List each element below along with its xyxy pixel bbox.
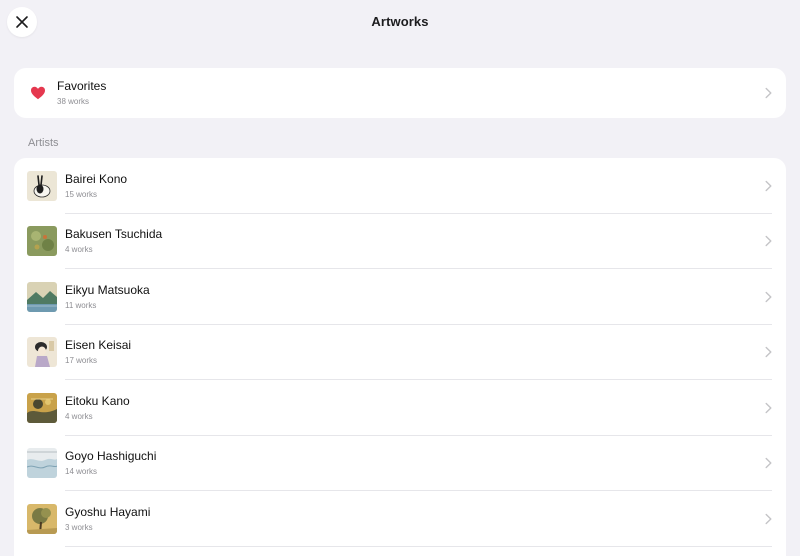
gold-screen-painting-thumbnail	[27, 392, 57, 423]
artist-name: Bakusen Tsuchida	[65, 227, 163, 242]
artist-text: Eisen Keisai 17 works	[65, 338, 131, 366]
chevron-right-icon	[765, 291, 772, 302]
artist-work-count: 4 works	[65, 411, 93, 421]
artist-name: Goyo Hashiguchi	[65, 449, 157, 464]
artist-row-bairei-kono[interactable]: Bairei Kono 15 works	[14, 158, 786, 214]
heart-icon	[30, 85, 46, 101]
artists-list: Bairei Kono 15 works Bakusen Tsuchida 4 …	[14, 158, 786, 556]
favorites-card: Favorites 38 works	[14, 68, 786, 118]
row-divider	[65, 545, 772, 547]
artist-name: Bairei Kono	[65, 171, 128, 186]
artist-work-count: 3 works	[65, 522, 93, 532]
artworks-screen: Artworks Favorites 38 works Artists Bair…	[0, 0, 800, 556]
chevron-right-icon	[765, 458, 772, 469]
chevron-right-icon	[765, 180, 772, 191]
artist-text: Goyo Hashiguchi 14 works	[65, 449, 156, 477]
chevron-right-icon	[765, 513, 772, 524]
chevron-right-icon	[765, 402, 772, 413]
artist-name: Eitoku Kano	[65, 393, 130, 408]
artist-name: Gyoshu Hayami	[65, 504, 151, 519]
artist-work-count: 14 works	[65, 467, 98, 477]
chevron-right-icon	[765, 87, 772, 99]
artist-work-count: 15 works	[65, 189, 98, 199]
favorites-text: Favorites 38 works	[57, 79, 106, 107]
artist-row-goyo-hashiguchi[interactable]: Goyo Hashiguchi 14 works	[14, 436, 786, 491]
favorites-count: 38 works	[57, 97, 90, 106]
artist-row-eikyu-matsuoka[interactable]: Eikyu Matsuoka 11 works	[14, 269, 786, 325]
artist-text: Eikyu Matsuoka 11 works	[65, 283, 150, 311]
artist-name: Eisen Keisai	[65, 338, 132, 353]
tree-painting-thumbnail	[27, 503, 57, 534]
artist-row-eisen-keisai[interactable]: Eisen Keisai 17 works	[14, 325, 786, 380]
artists-section-header: Artists	[28, 137, 59, 149]
rabbit-painting-thumbnail	[27, 170, 57, 201]
chevron-right-icon	[765, 347, 772, 358]
artist-name: Eikyu Matsuoka	[65, 282, 150, 297]
artist-work-count: 11 works	[65, 300, 97, 310]
page-title: Artworks	[371, 14, 429, 29]
artist-work-count: 17 works	[65, 356, 98, 366]
artist-text: Bakusen Tsuchida 4 works	[65, 227, 162, 255]
artist-text: Gyoshu Hayami 3 works	[65, 505, 150, 533]
artist-work-count: 4 works	[65, 245, 93, 255]
artist-row-gyoshu-hayami[interactable]: Gyoshu Hayami 3 works	[14, 491, 786, 547]
chevron-right-icon	[765, 236, 772, 247]
favorites-label: Favorites	[57, 79, 107, 93]
artist-text: Eitoku Kano 4 works	[65, 394, 130, 422]
landscape-painting-thumbnail	[27, 281, 57, 312]
artist-row-eitoku-kano[interactable]: Eitoku Kano 4 works	[14, 380, 786, 436]
favorites-row[interactable]: Favorites 38 works	[14, 68, 786, 118]
portrait-print-thumbnail	[27, 337, 57, 368]
artist-row-bakusen-tsuchida[interactable]: Bakusen Tsuchida 4 works	[14, 214, 786, 269]
artist-text: Bairei Kono 15 works	[65, 172, 127, 200]
wave-print-thumbnail	[27, 448, 57, 479]
garden-painting-thumbnail	[27, 226, 57, 257]
